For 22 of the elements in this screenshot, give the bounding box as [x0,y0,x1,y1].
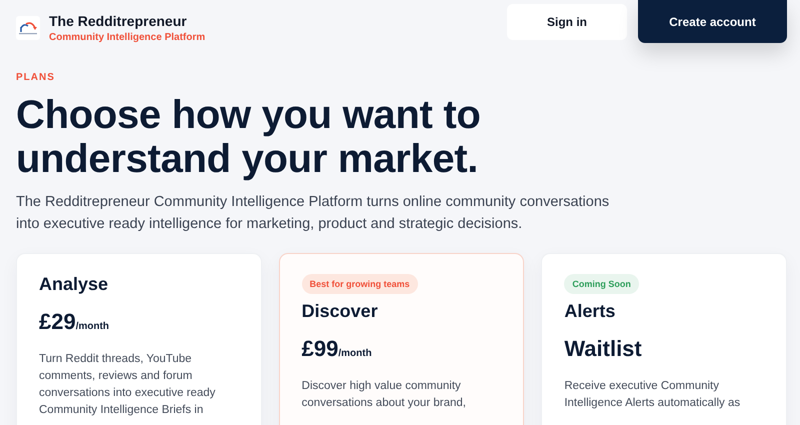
intro-paragraph: The Redditrepreneur Community Intelligence Platform turns online community conversations into executive ready intelligence for marketing, product and strategic decisions. [16,193,610,234]
plan-name: Discover [302,301,378,322]
price-period: /month [76,321,110,332]
brand-name: The Redditrepreneur [49,13,188,29]
create-account-button[interactable]: Create account [638,0,787,43]
plan-badge: Best for growing teams [302,274,418,294]
plan-price: £99 [302,336,338,362]
plan-description: Discover high value community conversations about your brand, [302,379,467,411]
plan-description: Receive executive Community Intelligence Alerts automatically as [564,379,742,411]
price-period: /month [338,348,372,359]
sign-in-button[interactable]: Sign in [507,4,627,40]
page-heading: Choose how you want to [16,93,480,137]
plan-name: Alerts [564,301,616,322]
brand-tagline: Community Intelligence Platform [49,32,206,43]
plan-badge: Coming Soon [564,274,639,294]
page-heading: understand your market. [16,137,478,181]
logo-icon [16,16,40,40]
section-eyebrow: PLANS [16,72,55,83]
plan-name: Analyse [39,274,108,295]
plan-price: £29 [39,309,76,335]
plan-price: Waitlist [564,336,642,362]
plan-description: Turn Reddit threads, YouTube comments, reviews and forum conversations into executive ready Community Intelligence Briefs in [39,352,216,418]
